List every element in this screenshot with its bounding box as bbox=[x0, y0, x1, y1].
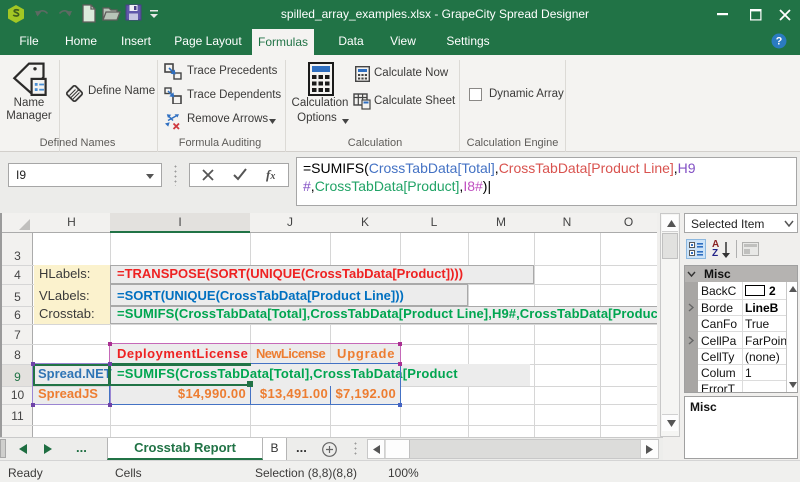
svg-text:?: ? bbox=[776, 36, 783, 48]
